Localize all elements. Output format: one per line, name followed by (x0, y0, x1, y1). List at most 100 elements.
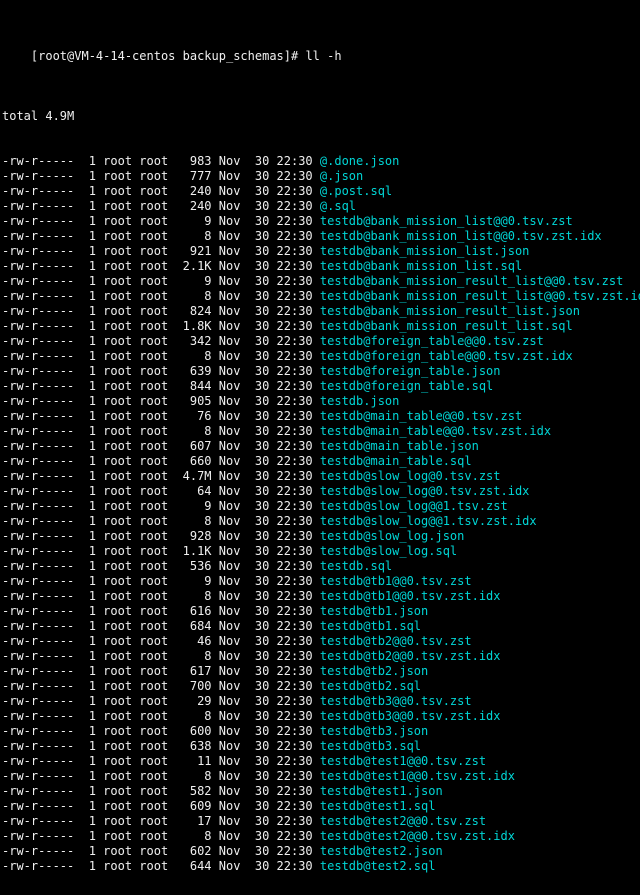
file-name: testdb@foreign_table@@0.tsv.zst (320, 334, 544, 348)
listing-row: -rw-r----- 1 root root 76 Nov 30 22:30 t… (2, 409, 638, 424)
listing-row: -rw-r----- 1 root root 8 Nov 30 22:30 te… (2, 289, 638, 304)
typed-command: ll -h (305, 49, 341, 63)
file-name: @.json (320, 169, 363, 183)
listing-row: -rw-r----- 1 root root 8 Nov 30 22:30 te… (2, 589, 638, 604)
listing-row: -rw-r----- 1 root root 1.1K Nov 30 22:30… (2, 544, 638, 559)
file-meta: -rw-r----- 1 root root 8 Nov 30 22:30 (2, 709, 320, 723)
file-meta: -rw-r----- 1 root root 1.1K Nov 30 22:30 (2, 544, 320, 558)
file-name: @.sql (320, 199, 356, 213)
listing-row: -rw-r----- 1 root root 8 Nov 30 22:30 te… (2, 514, 638, 529)
file-meta: -rw-r----- 1 root root 607 Nov 30 22:30 (2, 439, 320, 453)
file-name: testdb@slow_log@0.tsv.zst (320, 469, 501, 483)
listing-row: -rw-r----- 1 root root 240 Nov 30 22:30 … (2, 184, 638, 199)
file-meta: -rw-r----- 1 root root 983 Nov 30 22:30 (2, 154, 320, 168)
file-meta: -rw-r----- 1 root root 616 Nov 30 22:30 (2, 604, 320, 618)
file-name: testdb@slow_log@@1.tsv.zst (320, 499, 508, 513)
listing-row: -rw-r----- 1 root root 29 Nov 30 22:30 t… (2, 694, 638, 709)
file-meta: -rw-r----- 1 root root 8 Nov 30 22:30 (2, 349, 320, 363)
terminal[interactable]: [root@VM-4-14-centos backup_schemas]# ll… (0, 0, 640, 895)
listing-row: -rw-r----- 1 root root 9 Nov 30 22:30 te… (2, 574, 638, 589)
file-name: testdb@tb1.sql (320, 619, 421, 633)
listing-row: -rw-r----- 1 root root 700 Nov 30 22:30 … (2, 679, 638, 694)
file-meta: -rw-r----- 1 root root 905 Nov 30 22:30 (2, 394, 320, 408)
file-listing: -rw-r----- 1 root root 983 Nov 30 22:30 … (2, 154, 638, 874)
file-name: testdb@tb2@@0.tsv.zst (320, 634, 472, 648)
listing-row: -rw-r----- 1 root root 8 Nov 30 22:30 te… (2, 769, 638, 784)
file-name: testdb@tb1.json (320, 604, 428, 618)
file-name: testdb@main_table@@0.tsv.zst.idx (320, 424, 551, 438)
file-name: testdb@bank_mission_list.sql (320, 259, 522, 273)
listing-row: -rw-r----- 1 root root 660 Nov 30 22:30 … (2, 454, 638, 469)
listing-row: -rw-r----- 1 root root 582 Nov 30 22:30 … (2, 784, 638, 799)
file-meta: -rw-r----- 1 root root 8 Nov 30 22:30 (2, 289, 320, 303)
listing-row: -rw-r----- 1 root root 602 Nov 30 22:30 … (2, 844, 638, 859)
shell-prompt: [root@VM-4-14-centos backup_schemas]# (31, 49, 298, 63)
file-name: testdb.json (320, 394, 399, 408)
file-name: testdb@main_table@@0.tsv.zst (320, 409, 522, 423)
file-name: testdb@test1.json (320, 784, 443, 798)
file-name: testdb@tb1@@0.tsv.zst.idx (320, 589, 501, 603)
file-name: testdb@bank_mission_result_list@@0.tsv.z… (320, 274, 623, 288)
file-meta: -rw-r----- 1 root root 76 Nov 30 22:30 (2, 409, 320, 423)
listing-row: -rw-r----- 1 root root 844 Nov 30 22:30 … (2, 379, 638, 394)
file-meta: -rw-r----- 1 root root 609 Nov 30 22:30 (2, 799, 320, 813)
file-meta: -rw-r----- 1 root root 700 Nov 30 22:30 (2, 679, 320, 693)
listing-row: -rw-r----- 1 root root 240 Nov 30 22:30 … (2, 199, 638, 214)
file-meta: -rw-r----- 1 root root 9 Nov 30 22:30 (2, 214, 320, 228)
file-meta: -rw-r----- 1 root root 342 Nov 30 22:30 (2, 334, 320, 348)
file-name: testdb@slow_log.sql (320, 544, 457, 558)
file-name: testdb.sql (320, 559, 392, 573)
file-name: testdb@slow_log.json (320, 529, 465, 543)
file-name: testdb@tb2@@0.tsv.zst.idx (320, 649, 501, 663)
file-meta: -rw-r----- 1 root root 921 Nov 30 22:30 (2, 244, 320, 258)
file-meta: -rw-r----- 1 root root 8 Nov 30 22:30 (2, 769, 320, 783)
listing-row: -rw-r----- 1 root root 777 Nov 30 22:30 … (2, 169, 638, 184)
file-meta: -rw-r----- 1 root root 8 Nov 30 22:30 (2, 829, 320, 843)
file-name: testdb@tb3.sql (320, 739, 421, 753)
listing-row: -rw-r----- 1 root root 342 Nov 30 22:30 … (2, 334, 638, 349)
listing-row: -rw-r----- 1 root root 600 Nov 30 22:30 … (2, 724, 638, 739)
listing-row: -rw-r----- 1 root root 921 Nov 30 22:30 … (2, 244, 638, 259)
listing-row: -rw-r----- 1 root root 4.7M Nov 30 22:30… (2, 469, 638, 484)
file-name: testdb@slow_log@@1.tsv.zst.idx (320, 514, 537, 528)
listing-row: -rw-r----- 1 root root 536 Nov 30 22:30 … (2, 559, 638, 574)
file-name: testdb@test2.sql (320, 859, 436, 873)
listing-row: -rw-r----- 1 root root 9 Nov 30 22:30 te… (2, 214, 638, 229)
file-meta: -rw-r----- 1 root root 8 Nov 30 22:30 (2, 649, 320, 663)
file-meta: -rw-r----- 1 root root 777 Nov 30 22:30 (2, 169, 320, 183)
file-name: testdb@tb3@@0.tsv.zst (320, 694, 472, 708)
listing-row: -rw-r----- 1 root root 64 Nov 30 22:30 t… (2, 484, 638, 499)
file-meta: -rw-r----- 1 root root 8 Nov 30 22:30 (2, 424, 320, 438)
file-meta: -rw-r----- 1 root root 644 Nov 30 22:30 (2, 859, 320, 873)
file-meta: -rw-r----- 1 root root 2.1K Nov 30 22:30 (2, 259, 320, 273)
file-meta: -rw-r----- 1 root root 660 Nov 30 22:30 (2, 454, 320, 468)
file-name: @.done.json (320, 154, 399, 168)
file-meta: -rw-r----- 1 root root 600 Nov 30 22:30 (2, 724, 320, 738)
listing-row: -rw-r----- 1 root root 928 Nov 30 22:30 … (2, 529, 638, 544)
listing-row: -rw-r----- 1 root root 824 Nov 30 22:30 … (2, 304, 638, 319)
listing-row: -rw-r----- 1 root root 8 Nov 30 22:30 te… (2, 649, 638, 664)
file-meta: -rw-r----- 1 root root 9 Nov 30 22:30 (2, 574, 320, 588)
file-name: testdb@tb2.sql (320, 679, 421, 693)
file-meta: -rw-r----- 1 root root 602 Nov 30 22:30 (2, 844, 320, 858)
file-name: testdb@test1@@0.tsv.zst (320, 754, 486, 768)
file-name: testdb@bank_mission_list@@0.tsv.zst (320, 214, 573, 228)
file-meta: -rw-r----- 1 root root 617 Nov 30 22:30 (2, 664, 320, 678)
file-name: testdb@main_table.sql (320, 454, 472, 468)
file-meta: -rw-r----- 1 root root 1.8K Nov 30 22:30 (2, 319, 320, 333)
listing-row: -rw-r----- 1 root root 607 Nov 30 22:30 … (2, 439, 638, 454)
file-name: testdb@bank_mission_result_list.sql (320, 319, 573, 333)
file-meta: -rw-r----- 1 root root 928 Nov 30 22:30 (2, 529, 320, 543)
file-name: testdb@slow_log@0.tsv.zst.idx (320, 484, 530, 498)
file-meta: -rw-r----- 1 root root 64 Nov 30 22:30 (2, 484, 320, 498)
file-meta: -rw-r----- 1 root root 582 Nov 30 22:30 (2, 784, 320, 798)
listing-row: -rw-r----- 1 root root 2.1K Nov 30 22:30… (2, 259, 638, 274)
file-name: testdb@foreign_table.json (320, 364, 501, 378)
file-name: testdb@test2@@0.tsv.zst.idx (320, 829, 515, 843)
listing-row: -rw-r----- 1 root root 11 Nov 30 22:30 t… (2, 754, 638, 769)
total-line: total 4.9M (2, 109, 638, 124)
file-meta: -rw-r----- 1 root root 240 Nov 30 22:30 (2, 184, 320, 198)
file-meta: -rw-r----- 1 root root 844 Nov 30 22:30 (2, 379, 320, 393)
listing-row: -rw-r----- 1 root root 616 Nov 30 22:30 … (2, 604, 638, 619)
file-name: testdb@bank_mission_result_list.json (320, 304, 580, 318)
